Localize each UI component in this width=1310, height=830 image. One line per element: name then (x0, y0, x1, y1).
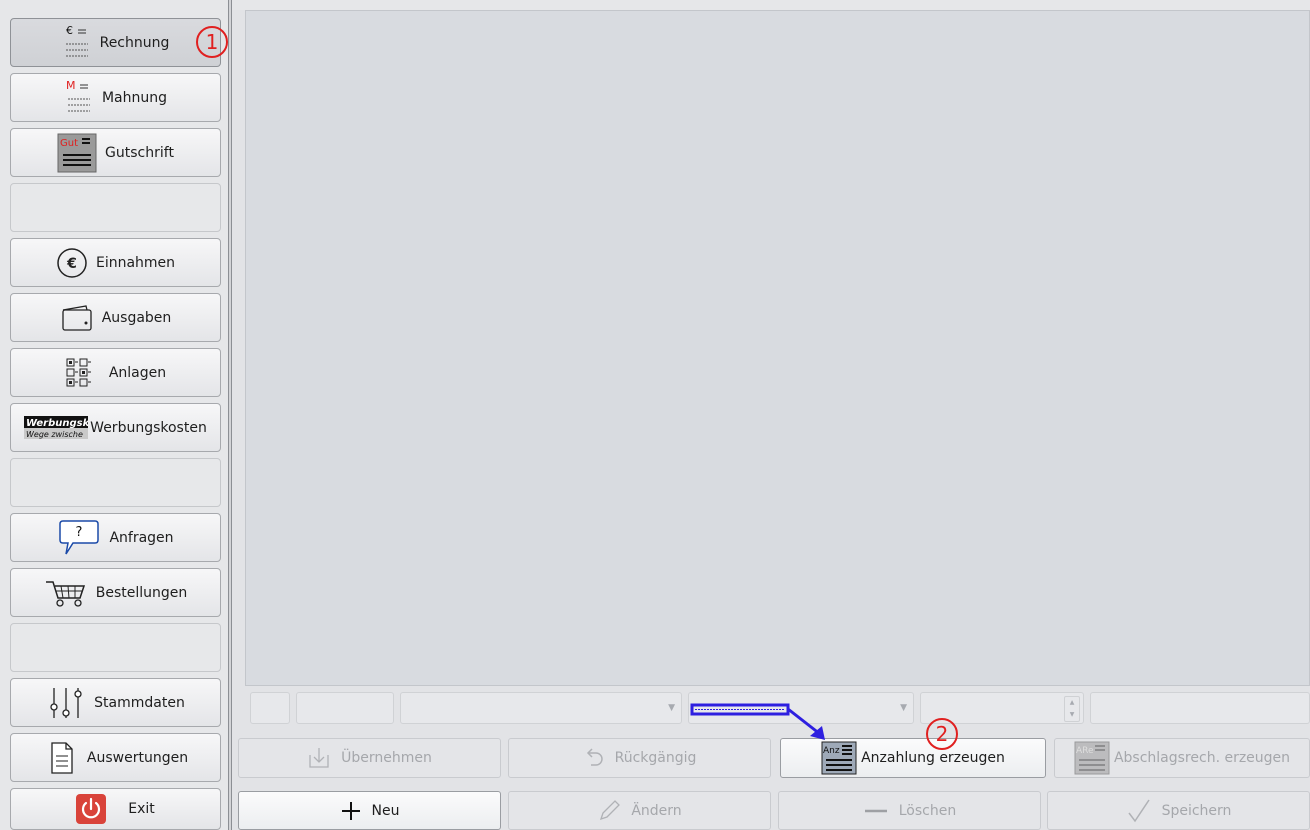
wallet-icon (60, 303, 94, 333)
svg-text:ARe: ARe (1076, 746, 1094, 756)
credit-note-icon: Gut (57, 133, 97, 173)
content-panel (245, 10, 1310, 686)
empty-slot (10, 458, 221, 507)
checkmark-icon (1126, 798, 1152, 824)
exit-label: Exit (128, 801, 155, 817)
download-tray-icon (307, 746, 331, 770)
einnahmen-label: Einnahmen (95, 254, 176, 271)
minus-icon (863, 806, 889, 816)
annotation-marker-1: 1 (196, 26, 228, 58)
anfragen-label: Anfragen (109, 529, 174, 546)
stammdaten-label: Stammdaten (94, 694, 185, 711)
pencil-icon (597, 799, 621, 823)
gutschrift-button[interactable]: Gut Gutschrift (10, 128, 221, 177)
speichern-button[interactable]: Speichern (1047, 791, 1310, 830)
anfragen-button[interactable]: ? Anfragen (10, 513, 221, 562)
ausgaben-button[interactable]: Ausgaben (10, 293, 221, 342)
plus-icon (340, 800, 362, 822)
partial-invoice-icon: ARe (1074, 741, 1110, 775)
abschlagsrechnung-label: Abschlagsrech. erzeugen (1113, 750, 1291, 766)
werbungskosten-button[interactable]: Werbungsk Wege zwische Werbungskosten (10, 403, 221, 452)
shopping-cart-icon (44, 578, 88, 608)
abschlagsrechnung-erzeugen-button[interactable]: ARe Abschlagsrech. erzeugen (1054, 738, 1310, 778)
report-document-icon (43, 741, 79, 775)
power-icon (76, 794, 107, 824)
dropdown-arrow-icon: ▼ (900, 703, 907, 713)
question-bubble-icon: ? (57, 518, 101, 558)
auswertungen-button[interactable]: Auswertungen (10, 733, 221, 782)
rechnung-label: Rechnung (99, 34, 170, 51)
empty-slot (10, 183, 221, 232)
input-field-2[interactable] (296, 692, 394, 724)
assets-grid-icon (65, 357, 101, 389)
svg-text:Werbungsk: Werbungsk (26, 418, 88, 429)
auswertungen-label: Auswertungen (86, 749, 189, 766)
svg-text:?: ? (76, 525, 83, 540)
annotation-arrow (690, 703, 825, 740)
invoice-icon: € (62, 24, 92, 62)
sidebar-splitter[interactable] (228, 0, 232, 830)
bestellungen-button[interactable]: Bestellungen (10, 568, 221, 617)
annotation-marker-2: 2 (926, 718, 958, 750)
euro-circle-icon: € (56, 247, 88, 279)
gutschrift-label: Gutschrift (105, 144, 174, 161)
svg-text:€: € (66, 256, 77, 272)
combo-box-1[interactable]: ▼ (400, 692, 682, 724)
ausgaben-label: Ausgaben (101, 309, 172, 326)
input-field-1[interactable] (250, 692, 290, 724)
svg-text:Gut: Gut (60, 138, 78, 149)
sliders-icon (46, 685, 86, 721)
anlagen-label: Anlagen (108, 364, 167, 381)
anlagen-button[interactable]: Anlagen (10, 348, 221, 397)
reminder-icon: M (64, 79, 94, 117)
svg-text:Wege zwische: Wege zwische (26, 430, 83, 439)
bestellungen-label: Bestellungen (95, 584, 188, 601)
loeschen-button[interactable]: Löschen (778, 791, 1041, 830)
input-field-3[interactable] (1090, 692, 1310, 724)
aendern-button[interactable]: Ändern (508, 791, 771, 830)
uebernehmen-label: Übernehmen (341, 750, 432, 766)
anzahlung-erzeugen-label: Anzahlung erzeugen (861, 750, 1005, 766)
einnahmen-button[interactable]: € Einnahmen (10, 238, 221, 287)
stammdaten-button[interactable]: Stammdaten (10, 678, 221, 727)
werbungskosten-label: Werbungskosten (90, 419, 207, 436)
neu-label: Neu (371, 802, 400, 819)
sidebar: € Rechnung M Mahnung Gut Gutschrift € Ei… (0, 0, 232, 830)
dropdown-arrow-icon: ▼ (668, 703, 675, 713)
rueckgaengig-label: Rückgängig (614, 750, 697, 766)
advertising-icon: Werbungsk Wege zwische (24, 415, 89, 441)
aendern-label: Ändern (631, 802, 682, 819)
mahnung-button[interactable]: M Mahnung (10, 73, 221, 122)
empty-slot (10, 623, 221, 672)
exit-button[interactable]: Exit (10, 788, 221, 830)
svg-text:€: € (66, 24, 73, 37)
speichern-label: Speichern (1161, 802, 1232, 819)
neu-button[interactable]: Neu (238, 791, 501, 830)
loeschen-label: Löschen (898, 802, 957, 819)
uebernehmen-button[interactable]: Übernehmen (238, 738, 501, 778)
mahnung-label: Mahnung (101, 89, 168, 106)
top-strip (232, 0, 1310, 10)
undo-icon (583, 747, 605, 769)
spin-arrows-icon[interactable]: ▲ ▼ (1064, 696, 1080, 722)
svg-text:M: M (66, 79, 76, 92)
rechnung-button[interactable]: € Rechnung (10, 18, 221, 67)
